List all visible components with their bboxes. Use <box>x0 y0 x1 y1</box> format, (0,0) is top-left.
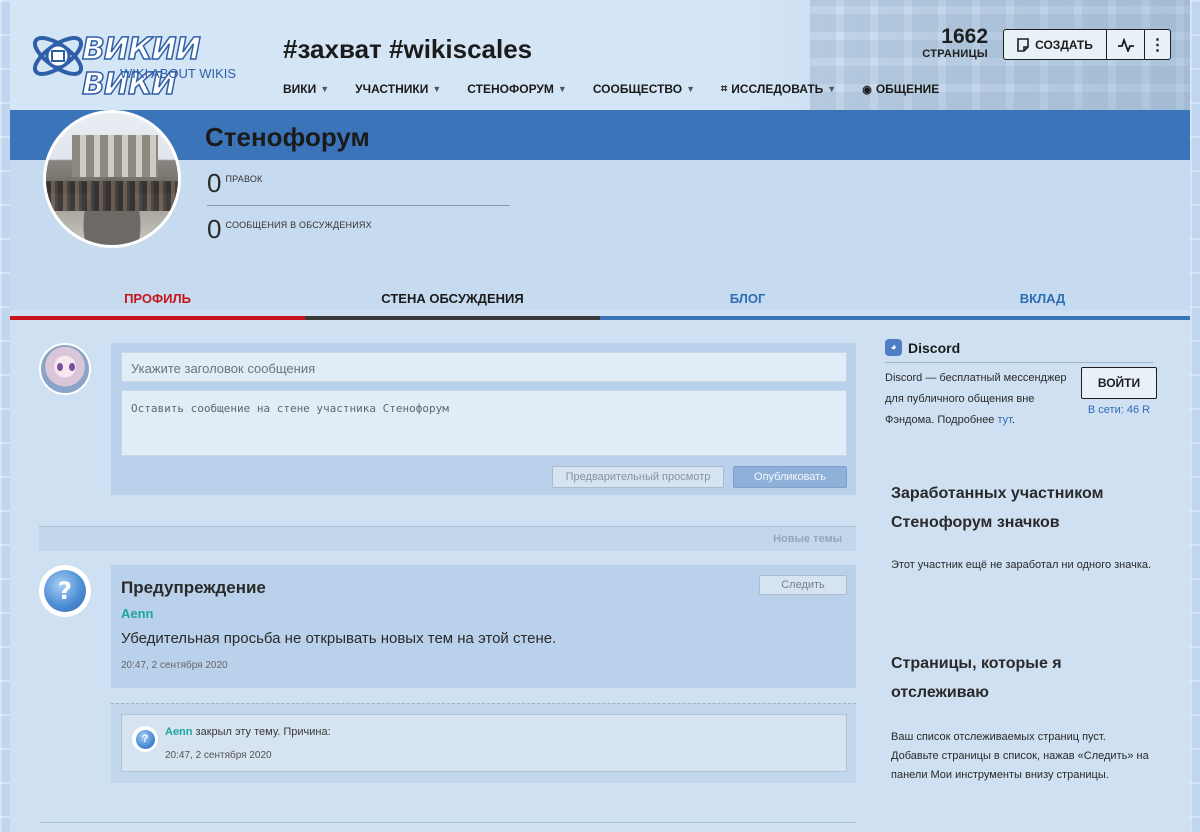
discord-icon: ◕ <box>885 339 902 356</box>
masthead-bar <box>10 110 1190 160</box>
create-label: СОЗДАТЬ <box>1035 37 1093 52</box>
badges-heading: Заработанных участником Стенофорум значк… <box>891 485 1104 531</box>
chevron-down-icon: ▼ <box>827 84 837 94</box>
create-button[interactable]: СОЗДАТЬ <box>1003 29 1107 60</box>
nav-item-members[interactable]: УЧАСТНИКИ ▼ <box>355 82 441 96</box>
nav-label: СООБЩЕСТВО <box>592 82 683 96</box>
wiki-navigation: ВИКИ ▼ УЧАСТНИКИ ▼ СТЕНОФОРУМ ▼ СООБЩЕСТ… <box>283 82 939 96</box>
stat-divider <box>207 205 510 206</box>
tab-message-wall[interactable]: СТЕНА ОБСУЖДЕНИЯ <box>305 280 600 320</box>
discord-more-link[interactable]: тут <box>997 414 1011 426</box>
watchlist-heading: Страницы, которые я отслеживаю <box>891 655 1062 701</box>
nav-item-chat[interactable]: ◉ ОБЩЕНИЕ <box>862 82 939 96</box>
nav-label: УЧАСТНИКИ <box>355 82 429 96</box>
discord-title: Discord <box>908 339 961 356</box>
watchlist-text: Ваш список отслеживаемых страниц пуст. Д… <box>891 731 1149 781</box>
community-header: ВИКИИ ВИКИ WIKI ABOUT WIKIS #захват #wik… <box>10 0 1190 110</box>
tab-contributions[interactable]: ВКЛАД <box>895 280 1190 320</box>
thread-message: Предупреждение Следить Aenn Убедительная… <box>111 565 856 688</box>
edits-stat[interactable]: 0 ПРАВОК <box>207 170 263 196</box>
nav-label: ВИКИ <box>283 82 317 96</box>
discord-module-header: ◕ Discord <box>885 339 960 356</box>
atom-logo-icon <box>33 36 83 76</box>
follow-button[interactable]: Следить <box>759 575 847 595</box>
page-add-icon <box>1017 37 1029 52</box>
more-options-button[interactable]: ⋮ <box>1145 29 1171 60</box>
chevron-down-icon: ▼ <box>432 84 442 94</box>
activity-icon <box>1117 37 1134 52</box>
thread-author-link[interactable]: Aenn <box>121 606 154 621</box>
discord-online-count: В сети: 46 R <box>1087 404 1151 416</box>
explore-icon: ⌗ <box>721 82 728 95</box>
nav-item-community[interactable]: СООБЩЕСТВО ▼ <box>593 82 695 96</box>
user-avatar[interactable] <box>43 110 181 248</box>
discord-description: Discord — бесплатный мессенджер для публ… <box>885 368 1085 431</box>
chevron-down-icon: ▼ <box>557 84 567 94</box>
reply-timestamp: 20:47, 2 сентября 2020 <box>165 750 272 761</box>
posts-stat[interactable]: 0 СООБЩЕНИЯ В ОБСУЖДЕНИЯХ <box>207 216 372 242</box>
closed-reason-text: закрыл эту тему. Причина: <box>192 726 331 738</box>
badges-text: Этот участник ещё не заработал ни одного… <box>891 559 1152 571</box>
divider <box>39 822 856 823</box>
divider <box>885 362 1153 363</box>
discord-join-button[interactable]: ВОЙТИ <box>1081 367 1157 399</box>
profile-username: Стенофорум <box>205 122 370 152</box>
chevron-down-icon: ▼ <box>320 84 330 94</box>
page: ВИКИИ ВИКИ WIKI ABOUT WIKIS #захват #wik… <box>10 0 1190 832</box>
discord-text-end: . <box>1011 414 1016 426</box>
nav-item-wallforum[interactable]: СТЕНОФОРУМ ▼ <box>467 82 567 96</box>
chat-icon: ◉ <box>862 83 872 96</box>
nav-item-wiki[interactable]: ВИКИ ▼ <box>283 82 329 96</box>
question-mark-icon: ? <box>135 729 155 749</box>
edits-label: ПРАВОК <box>225 174 263 184</box>
thread-replies: ? Aenn закрыл эту тему. Причина: 20:47, … <box>111 703 856 783</box>
nav-item-explore[interactable]: ⌗ ИССЛЕДОВАТЬ ▼ <box>721 82 836 96</box>
wiki-logo[interactable]: ВИКИИ ВИКИ WIKI ABOUT WIKIS <box>28 26 268 103</box>
posts-count: 0 <box>207 214 222 244</box>
edits-count: 0 <box>207 168 222 198</box>
thread-text: Убедительная просьба не открывать новых … <box>121 630 557 647</box>
current-user-avatar[interactable] <box>39 343 91 395</box>
pages-count: 1662 <box>941 25 988 48</box>
thread-title[interactable]: Предупреждение <box>121 578 266 598</box>
thread-timestamp[interactable]: 20:47, 2 сентября 2020 <box>121 660 228 671</box>
nav-label: ИССЛЕДОВАТЬ <box>731 82 824 96</box>
logo-subtitle: WIKI ABOUT WIKIS <box>120 66 237 81</box>
message-body-input[interactable]: Оставить сообщение на стене участника Ст… <box>121 390 847 456</box>
chevron-down-icon: ▼ <box>686 84 696 94</box>
new-topics-bar: Новые темы <box>39 526 856 551</box>
header-actions: СОЗДАТЬ ⋮ <box>1003 29 1171 60</box>
new-topics-link[interactable]: Новые темы <box>773 533 842 545</box>
nav-label: ОБЩЕНИЕ <box>875 82 940 96</box>
recent-changes-button[interactable] <box>1107 29 1145 60</box>
pages-label: СТРАНИЦЫ <box>922 48 988 60</box>
publish-button[interactable]: Опубликовать <box>733 466 847 488</box>
reply-author-avatar[interactable]: ? <box>132 726 158 752</box>
profile-tabs: ПРОФИЛЬ СТЕНА ОБСУЖДЕНИЯ БЛОГ ВКЛАД <box>10 280 1190 320</box>
pages-counter: 1662 СТРАНИЦЫ <box>922 25 988 61</box>
question-mark-icon: ? <box>44 570 86 612</box>
message-title-input[interactable]: Укажите заголовок сообщения <box>121 352 847 382</box>
thread-author-avatar[interactable]: ? <box>39 565 91 617</box>
discord-text: Discord — бесплатный мессенджер для публ… <box>885 372 1067 426</box>
closed-notice-text: Aenn закрыл эту тему. Причина: <box>165 726 331 738</box>
closed-notice: ? Aenn закрыл эту тему. Причина: 20:47, … <box>121 714 847 772</box>
more-vertical-icon: ⋮ <box>1149 36 1166 54</box>
new-message-form: Укажите заголовок сообщения Оставить соо… <box>111 343 856 495</box>
nav-label: СТЕНОФОРУМ <box>467 82 554 96</box>
posts-label: СООБЩЕНИЯ В ОБСУЖДЕНИЯХ <box>225 220 372 230</box>
tab-profile[interactable]: ПРОФИЛЬ <box>10 280 305 320</box>
reply-author-link[interactable]: Aenn <box>165 726 193 738</box>
wiki-name[interactable]: #захват #wikiscales <box>283 34 532 65</box>
tab-blog[interactable]: БЛОГ <box>600 280 895 320</box>
preview-button[interactable]: Предварительный просмотр <box>552 466 724 488</box>
